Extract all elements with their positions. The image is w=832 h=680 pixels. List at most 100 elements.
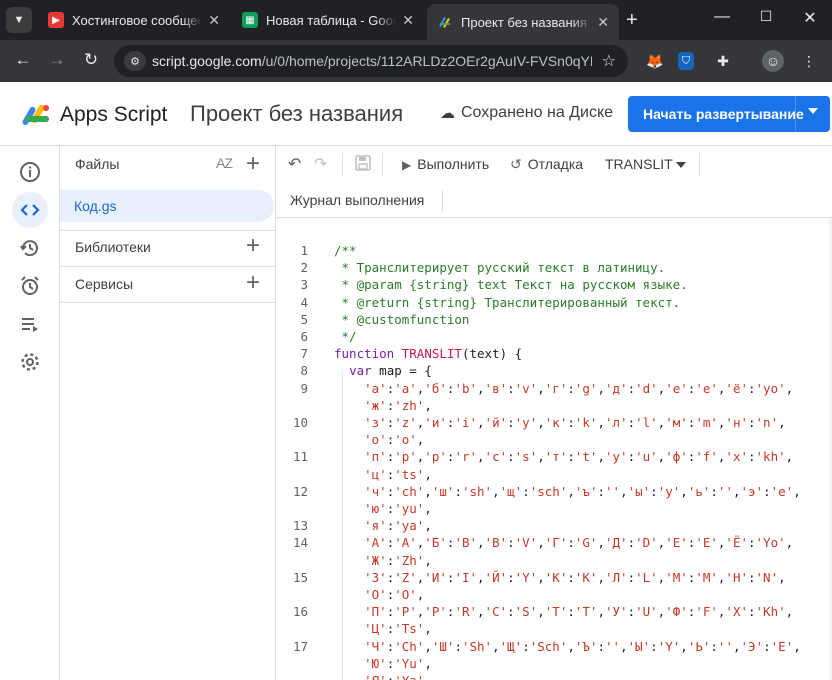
debug-icon: ↺: [510, 156, 522, 172]
code-line[interactable]: 'з':'z','и':'i','й':'y','к':'k','л':'l',…: [334, 415, 786, 430]
site-info-icon[interactable]: ⚙: [124, 51, 146, 71]
save-disk-icon[interactable]: [354, 154, 372, 177]
apps-script-logo-icon[interactable]: [22, 100, 52, 130]
divider: [342, 154, 343, 176]
tab-title: Хостинговое сообщество: [72, 12, 202, 28]
line-number-gutter: 1 2 3 4 5 6 7 8 9 10 11 12 13 14 15 16 17: [276, 218, 312, 680]
deploy-button[interactable]: Начать развертывание: [628, 96, 830, 132]
save-status: ☁ Сохранено на Диске: [440, 104, 613, 122]
code-line[interactable]: 'Ж':'Zh',: [334, 553, 432, 568]
code-line[interactable]: 'Ц':'Ts',: [334, 621, 432, 636]
project-title[interactable]: Проект без названия: [190, 101, 403, 127]
redo-icon[interactable]: ↷: [314, 154, 327, 174]
browser-chrome: ▼ ▶ Хостинговое сообщество ✕ ▦ Новая таб…: [0, 0, 832, 82]
files-panel: Файлы AZ + Код.gs Библиотеки + Сервисы +: [60, 146, 276, 680]
add-service-icon[interactable]: +: [246, 271, 260, 295]
code-line[interactable]: 'О':'O',: [334, 587, 424, 602]
bitwarden-extension-icon[interactable]: ⛉: [678, 52, 694, 70]
executions-list-icon[interactable]: [12, 306, 48, 342]
services-label[interactable]: Сервисы: [75, 276, 133, 292]
undo-icon[interactable]: ↶: [288, 154, 301, 174]
code-line[interactable]: 'о':'o',: [334, 432, 424, 447]
code-line[interactable]: */: [334, 329, 357, 344]
sort-az-icon[interactable]: AZ: [216, 155, 233, 171]
extensions-puzzle-icon[interactable]: ✚: [712, 50, 734, 72]
libraries-label[interactable]: Библиотеки: [75, 239, 151, 255]
minimize-icon[interactable]: —: [712, 8, 732, 26]
code-line[interactable]: * Транслитерирует русский текст в латини…: [334, 260, 666, 275]
code-line[interactable]: * @param {string} text Текст на русском …: [334, 277, 688, 292]
back-icon[interactable]: ←: [12, 50, 34, 70]
run-label: Выполнить: [417, 156, 490, 172]
left-nav-rail: [0, 146, 60, 680]
triggers-alarm-icon[interactable]: [12, 268, 48, 304]
maximize-icon[interactable]: ☐: [756, 8, 776, 25]
add-file-icon[interactable]: +: [246, 152, 260, 176]
cloud-done-icon: ☁: [440, 105, 455, 122]
profile-avatar[interactable]: ☺: [762, 50, 784, 72]
new-tab-icon[interactable]: +: [626, 9, 638, 32]
deploy-divider: [795, 96, 796, 132]
code-editor[interactable]: 1 2 3 4 5 6 7 8 9 10 11 12 13 14 15 16 17 /** * Транслит…: [276, 218, 830, 680]
overview-info-icon[interactable]: [12, 154, 48, 190]
chevron-down-icon[interactable]: [676, 162, 686, 168]
tab-title: Проект без названия - P: [461, 14, 591, 30]
url-text[interactable]: script.google.com/u/0/home/projects/112A…: [152, 53, 592, 69]
deploy-dropdown-icon[interactable]: [808, 108, 818, 114]
code-line[interactable]: 'а':'a','б':'b','в':'v','г':'g','д':'d',…: [334, 381, 793, 396]
address-bar[interactable]: ⚙ script.google.com/u/0/home/projects/11…: [114, 45, 628, 77]
debug-button[interactable]: ↺ Отладка: [510, 156, 583, 173]
tab-search-button[interactable]: ▼: [6, 7, 32, 33]
code-line[interactable]: 'З':'Z','И':'I','Й':'Y','К':'K','Л':'L',…: [334, 570, 786, 585]
tab-strip: ▼ ▶ Хостинговое сообщество ✕ ▦ Новая таб…: [0, 0, 832, 40]
code-line[interactable]: 'я':'ya',: [334, 518, 432, 533]
code-line[interactable]: 'п':'p','р':'r','с':'s','т':'t','у':'u',…: [334, 449, 793, 464]
code-line[interactable]: 'ж':'zh',: [334, 398, 432, 413]
metamask-extension-icon[interactable]: 🦊: [644, 50, 666, 72]
forward-icon[interactable]: →: [46, 50, 68, 70]
close-tab-icon[interactable]: ✕: [402, 12, 414, 29]
code-line[interactable]: 'Ю':'Yu',: [334, 656, 432, 671]
close-tab-icon[interactable]: ✕: [208, 12, 220, 29]
code-line[interactable]: 'ю':'yu',: [334, 501, 432, 516]
editor-code-icon[interactable]: [12, 192, 48, 228]
browser-tab-apps-script[interactable]: Проект без названия - P ✕: [427, 4, 619, 40]
line-number: 6: [300, 329, 308, 344]
divider: [442, 190, 443, 212]
apps-script-favicon-icon: [437, 14, 453, 30]
line-number: 16: [292, 604, 308, 620]
editor-toolbar: ↶ ↷ ▶ Выполнить ↺ Отладка TRANSLIT: [276, 146, 832, 182]
code-line[interactable]: /**: [334, 243, 357, 258]
code-line[interactable]: * @return {string} Транслитерированный т…: [334, 295, 681, 310]
code-line[interactable]: * @customfunction: [334, 312, 470, 327]
code-line[interactable]: 'ч':'ch','ш':'sh','щ':'sch','ъ':'','ы':'…: [334, 484, 801, 499]
code-line[interactable]: 'А':'A','Б':'B','В':'V','Г':'G','Д':'D',…: [334, 535, 793, 550]
files-title: Файлы: [75, 156, 120, 172]
code-line[interactable]: 'П':'P','Р':'R','С':'S','Т':'T','У':'U',…: [334, 604, 793, 619]
add-library-icon[interactable]: +: [246, 234, 260, 258]
settings-gear-icon[interactable]: [12, 344, 48, 380]
history-icon[interactable]: [12, 230, 48, 266]
code-line[interactable]: 'ц':'ts',: [334, 467, 432, 482]
code-line[interactable]: 'Ч':'Ch','Ш':'Sh','Щ':'Sch','Ъ':'','Ы':'…: [334, 639, 801, 654]
run-button[interactable]: ▶ Выполнить: [402, 156, 489, 172]
line-number: 11: [292, 449, 308, 465]
reload-icon[interactable]: ↻: [80, 50, 102, 70]
file-item-code-gs[interactable]: Код.gs: [60, 190, 274, 222]
line-number: 2: [300, 260, 308, 276]
line-number: 8: [300, 363, 308, 379]
browser-tab-sheets[interactable]: ▦ Новая таблица - Google ✕: [232, 4, 424, 36]
browser-tab-hosting[interactable]: ▶ Хостинговое сообщество ✕: [38, 4, 230, 36]
divider: [60, 230, 275, 231]
code-line[interactable]: function TRANSLIT(text) {: [334, 346, 522, 361]
close-window-icon[interactable]: ✕: [800, 8, 820, 28]
bookmark-star-icon[interactable]: ☆: [602, 51, 616, 71]
code-line[interactable]: var map = {: [334, 363, 432, 378]
execution-log-button[interactable]: Журнал выполнения: [290, 192, 424, 208]
close-tab-icon[interactable]: ✕: [597, 14, 609, 31]
code-line[interactable]: 'Я':'Ya': [334, 673, 424, 680]
line-number: 17: [292, 638, 308, 654]
brand-name[interactable]: Apps Script: [60, 103, 167, 127]
menu-kebab-icon[interactable]: ⋮: [798, 50, 820, 72]
function-select[interactable]: TRANSLIT: [605, 156, 673, 172]
